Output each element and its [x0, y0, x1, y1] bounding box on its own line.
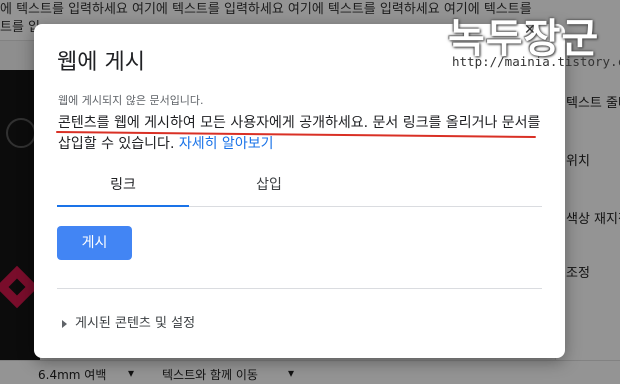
publish-to-web-dialog: 웹에 게시 웹에 게시되지 않은 문서입니다. 콘텐츠를 웹에 게시하여 모든 …: [34, 24, 565, 358]
published-settings-label: 게시된 콘텐츠 및 설정: [75, 316, 196, 331]
tab-embed[interactable]: 삽입: [203, 170, 335, 206]
close-icon[interactable]: ✕: [524, 22, 536, 38]
learn-more-link[interactable]: 자세히 알아보기: [179, 136, 274, 152]
published-settings-toggle[interactable]: 게시된 콘텐츠 및 설정: [62, 312, 195, 334]
watermark-url: http://mainia.tistory.com: [452, 54, 620, 69]
active-tab-indicator: [57, 205, 189, 207]
tab-link[interactable]: 링크: [57, 170, 189, 206]
caret-right-icon: [62, 319, 67, 328]
divider: [57, 288, 542, 289]
publish-tabs: 링크 삽입: [57, 170, 542, 207]
dialog-title: 웹에 게시: [57, 50, 145, 75]
publish-button[interactable]: 게시: [57, 226, 132, 260]
publish-status: 웹에 게시되지 않은 문서입니다.: [58, 94, 204, 107]
